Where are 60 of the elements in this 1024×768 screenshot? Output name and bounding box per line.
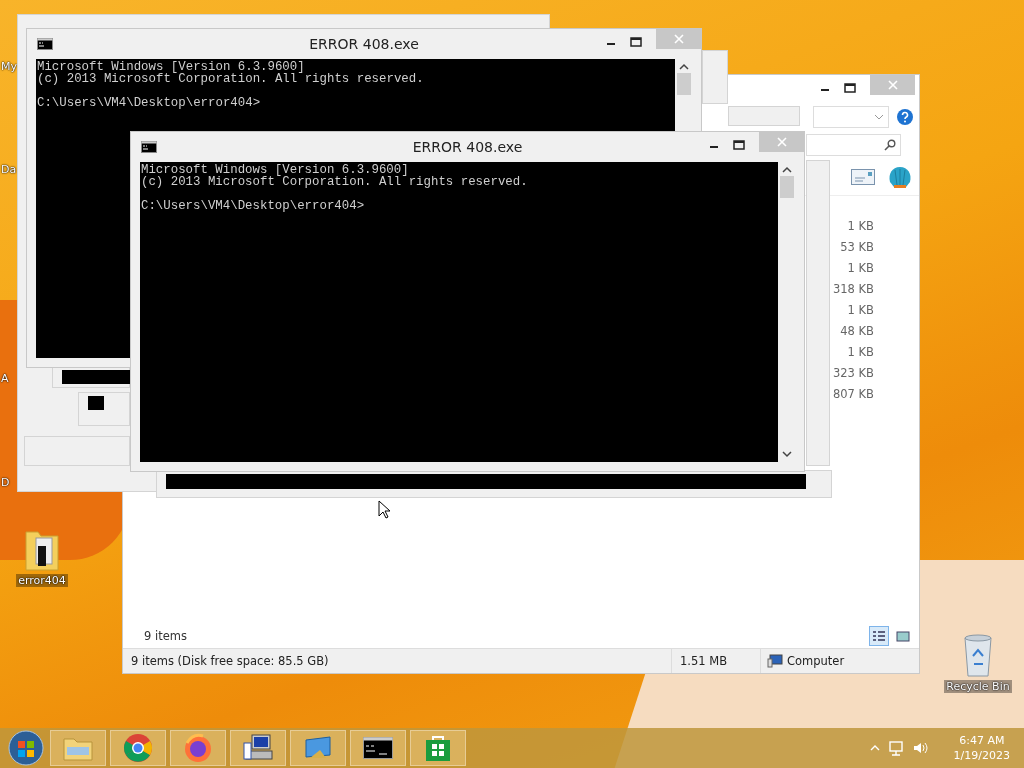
scrollbar-thumb[interactable] [779, 176, 794, 198]
desktop-icon-label[interactable]: Recycle Bin [944, 680, 1012, 693]
file-size: 318 KB [832, 281, 874, 298]
firefox-icon [183, 733, 213, 763]
item-count: 9 items [144, 629, 187, 643]
search-field[interactable] [806, 134, 901, 156]
taskbar-button[interactable] [350, 730, 406, 766]
clock-time[interactable]: 6:47 AM [959, 733, 1005, 748]
search-icon[interactable] [884, 139, 896, 151]
desktop-icon-label[interactable]: Da [1, 163, 17, 176]
details-view-button[interactable] [869, 626, 889, 646]
console-icon [37, 38, 53, 50]
shell-icon[interactable] [887, 165, 913, 189]
envelope-icon[interactable] [851, 169, 875, 185]
status-summary: 9 items (Disk free space: 85.5 GB) [130, 654, 330, 668]
desktop-icon-label[interactable]: A [1, 372, 9, 385]
taskbar-button[interactable] [230, 730, 286, 766]
status-size: 1.51 MB [671, 649, 760, 673]
speaker-icon[interactable] [911, 740, 928, 756]
file-size: 323 KB [832, 365, 874, 382]
console-icon [363, 737, 393, 759]
chrome-icon [123, 733, 153, 763]
maximize-icon[interactable] [844, 83, 856, 93]
file-size: 48 KB [840, 323, 874, 340]
window-title: ERROR 408.exe [411, 139, 524, 155]
computer-icon [242, 733, 274, 763]
status-location: Computer [787, 654, 845, 668]
computer-icon [767, 654, 783, 668]
network-icon[interactable] [887, 740, 904, 756]
help-icon[interactable] [897, 109, 913, 125]
window-trail [728, 106, 800, 126]
desktop-icon-label[interactable]: D [1, 476, 10, 489]
maximize-icon[interactable] [733, 140, 745, 150]
file-size: 1 KB [847, 302, 874, 319]
list-icon [871, 629, 887, 643]
shopping-bag-icon [425, 734, 451, 762]
file-size: 53 KB [840, 239, 874, 256]
folder-icon [63, 735, 93, 761]
mouse-cursor-icon [378, 500, 390, 519]
console-trail [88, 396, 104, 410]
desktop-icon-label[interactable]: error404 [16, 574, 68, 587]
scrollbar-thumb[interactable] [676, 73, 691, 95]
maximize-icon[interactable] [630, 37, 642, 47]
desktop-icon-label[interactable]: My [1, 60, 17, 73]
console-trail [62, 370, 130, 384]
file-size: 1 KB [847, 344, 874, 361]
chevron-down-icon[interactable] [874, 114, 884, 120]
start-button[interactable] [6, 729, 46, 767]
console-output: Microsoft Windows [Version 6.3.9600] (c) 2013 Microsoft Corporation. All rights reserved. C:\Users\VM4\Desktop\error404> [140, 162, 778, 462]
close-icon [887, 80, 898, 90]
file-size: 807 KB [832, 386, 874, 403]
clock-date[interactable]: 1/19/2023 [953, 748, 1010, 763]
picture-icon [895, 629, 911, 643]
file-size: 1 KB [847, 260, 874, 277]
window-title: ERROR 408.exe [308, 36, 420, 52]
close-icon [776, 137, 787, 147]
close-icon [673, 34, 684, 44]
chevron-up-icon[interactable] [869, 745, 880, 751]
console-icon [141, 141, 157, 153]
file-size: 1 KB [847, 218, 874, 235]
